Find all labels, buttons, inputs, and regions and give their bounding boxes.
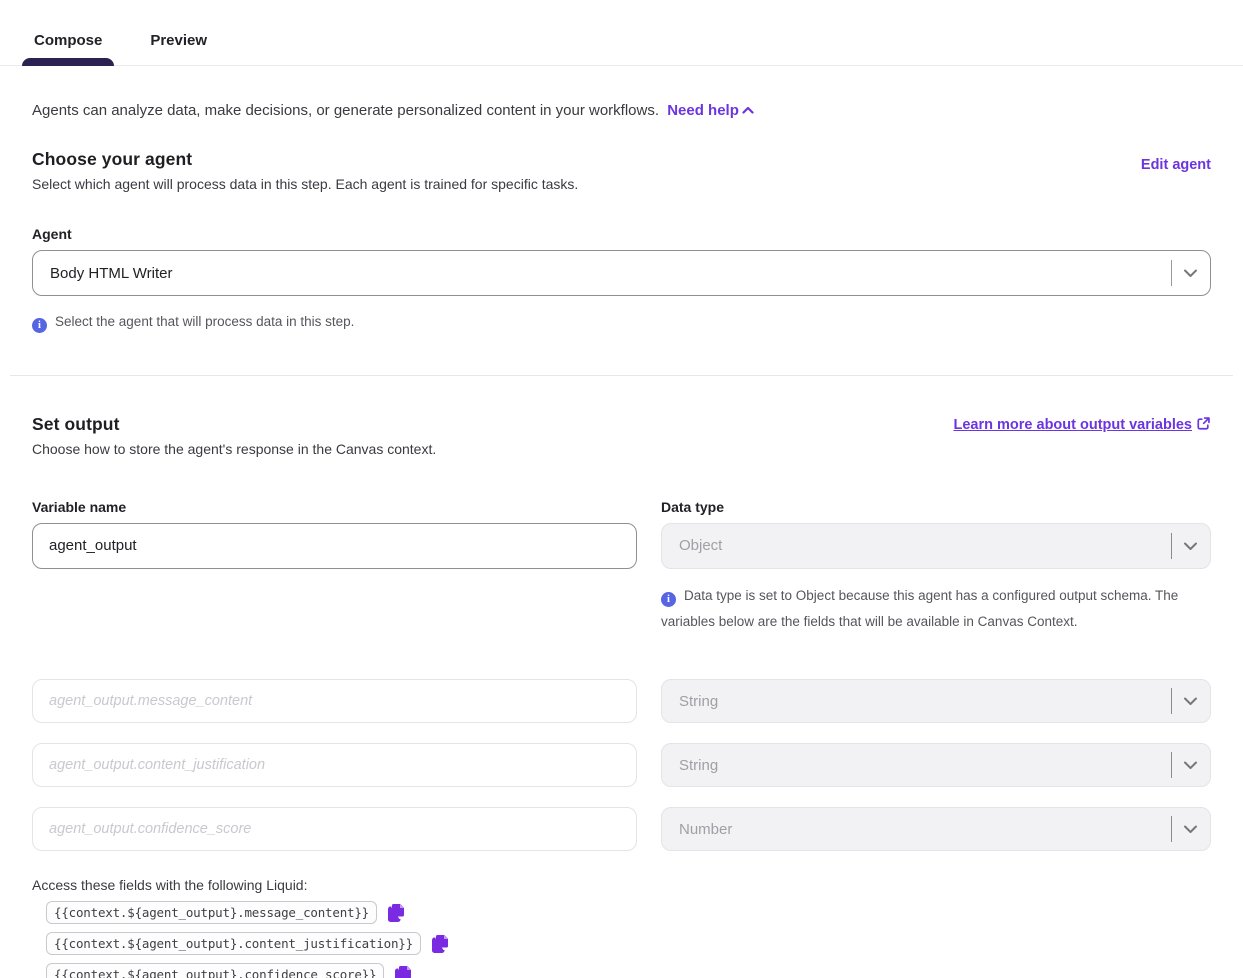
tab-compose-label: Compose [34, 32, 102, 49]
field-name-input [32, 743, 637, 787]
agent-hint-text: Select the agent that will process data … [55, 314, 354, 329]
copy-icon [394, 964, 413, 978]
intro-sentence: Agents can analyze data, make decisions,… [32, 102, 659, 119]
copy-button[interactable] [431, 933, 450, 954]
field-name-input [32, 807, 637, 851]
data-type-value: Object [679, 537, 1171, 554]
choose-agent-subtitle: Select which agent will process data in … [32, 176, 578, 192]
learn-more-label: Learn more about output variables [954, 417, 1193, 433]
chevron-down-icon [1183, 696, 1198, 706]
info-icon [32, 318, 47, 333]
agent-label: Agent [32, 226, 1211, 242]
chevron-down-icon [1183, 541, 1198, 551]
tab-preview-label: Preview [150, 32, 207, 49]
output-fields: String String Number [32, 679, 1211, 851]
need-help-label: Need help [667, 102, 739, 119]
tab-preview[interactable]: Preview [148, 32, 209, 65]
field-type-select: Number [661, 807, 1211, 851]
chevron-up-icon [742, 106, 754, 115]
select-divider [1171, 816, 1172, 842]
agent-select-value: Body HTML Writer [50, 265, 1171, 282]
liquid-intro: Access these fields with the following L… [32, 877, 1211, 893]
agent-field: Agent Body HTML Writer Select the agent … [32, 226, 1211, 335]
field-name-input [32, 679, 637, 723]
external-link-icon [1196, 416, 1211, 431]
copy-button[interactable] [387, 902, 406, 923]
choose-agent-section: Choose your agent Select which agent wil… [32, 149, 1211, 335]
agent-step-panel: Compose Preview Agents can analyze data,… [0, 32, 1243, 978]
field-type-select: String [661, 679, 1211, 723]
select-divider [1171, 688, 1172, 714]
chevron-down-icon [1183, 824, 1198, 834]
liquid-snippet-row: {{context.${agent_output}.content_justif… [46, 932, 1211, 955]
chevron-down-icon [1183, 760, 1198, 770]
liquid-snippet-row: {{context.${agent_output}.confidence_sco… [46, 963, 1211, 978]
field-type-value: Number [679, 821, 1171, 838]
liquid-snippet: {{context.${agent_output}.confidence_sco… [46, 963, 384, 978]
set-output-title: Set output [32, 414, 436, 435]
output-field-row: String [32, 679, 1211, 723]
variable-name-label: Variable name [32, 499, 637, 515]
data-type-hint: Data type is set to Object because this … [661, 583, 1211, 636]
output-field-row: String [32, 743, 1211, 787]
choose-agent-title: Choose your agent [32, 149, 578, 170]
tab-compose[interactable]: Compose [32, 32, 104, 65]
field-type-value: String [679, 693, 1171, 710]
agent-select[interactable]: Body HTML Writer [32, 250, 1211, 296]
copy-icon [431, 933, 450, 954]
need-help-link[interactable]: Need help [667, 102, 754, 119]
select-divider [1171, 533, 1172, 559]
set-output-subtitle: Choose how to store the agent's response… [32, 441, 436, 457]
learn-more-link[interactable]: Learn more about output variables [954, 414, 1212, 433]
set-output-section: Set output Choose how to store the agent… [32, 414, 1211, 978]
copy-button[interactable] [394, 964, 413, 978]
liquid-snippet: {{context.${agent_output}.message_conten… [46, 901, 377, 924]
output-field-row: Number [32, 807, 1211, 851]
data-type-select: Object [661, 523, 1211, 569]
variable-name-input[interactable] [32, 523, 637, 569]
chevron-down-icon [1183, 268, 1198, 278]
info-icon [661, 592, 676, 607]
liquid-snippet-row: {{context.${agent_output}.message_conten… [46, 901, 1211, 924]
copy-icon [387, 902, 406, 923]
select-divider [1171, 752, 1172, 778]
data-type-hint-text: Data type is set to Object because this … [661, 588, 1178, 629]
tab-bar: Compose Preview [0, 32, 1243, 66]
liquid-snippet: {{context.${agent_output}.content_justif… [46, 932, 421, 955]
data-type-label: Data type [661, 499, 1211, 515]
panel-content: Agents can analyze data, make decisions,… [0, 102, 1243, 978]
intro-text: Agents can analyze data, make decisions,… [32, 102, 1211, 119]
section-divider [10, 375, 1233, 376]
select-divider [1171, 260, 1172, 286]
field-type-select: String [661, 743, 1211, 787]
edit-agent-link[interactable]: Edit agent [1141, 149, 1211, 173]
agent-hint: Select the agent that will process data … [32, 309, 1211, 335]
field-type-value: String [679, 757, 1171, 774]
